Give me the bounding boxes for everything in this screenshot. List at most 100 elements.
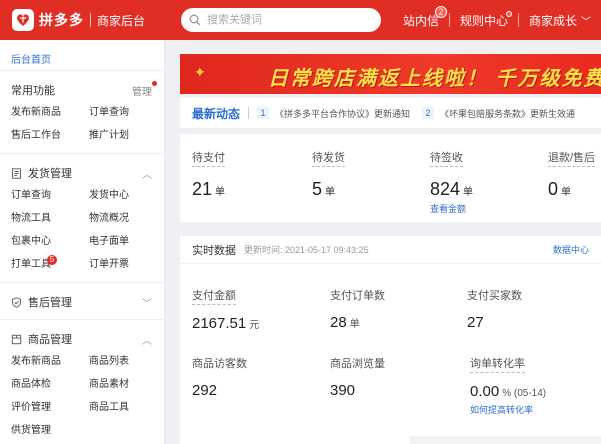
news-title: 最新动态 [192, 106, 241, 121]
manage-dot [152, 80, 157, 86]
chevron-down-icon[interactable]: ﹀ [142, 295, 152, 310]
metric-value: 390 [330, 382, 356, 399]
pending-payment-value: 21 [192, 179, 213, 199]
news-item[interactable]: 1 《拼多多平台合作协议》更新通知 [257, 107, 410, 120]
promo-banner[interactable]: ✦ 日常跨店满返上线啦！ 千万级免费 [180, 54, 601, 94]
main-content: ✦ 日常跨店满返上线啦！ 千万级免费 最新动态 1 《拼多多平台合作协议》更新通… [180, 40, 601, 444]
pending-shipment-value: 5 [312, 179, 323, 199]
chevron-down-icon: ﹀ [581, 16, 591, 28]
metric-inquiry-conversion[interactable]: 询单转化率 0.00% (05-14) 如何提高转化率 [470, 354, 546, 416]
common-functions-list: 发布新商品 订单查询 售后工作台 推广计划 [0, 101, 164, 147]
merchant-growth-label: 商家成长 [528, 13, 577, 28]
sidebar-item-publish-goods[interactable]: 发布新商品 [11, 101, 89, 124]
order-status-card: 待支付 21 单 待发货 5单 待签收 824 单 退款/售后 0单 查看金额 [180, 134, 601, 222]
sidebar-item-logistics-tools[interactable]: 物流工具 [11, 207, 89, 230]
metric-label: 商品访客数 [192, 358, 247, 370]
news-index: 2 [422, 107, 435, 119]
manage-label: 管理 [132, 86, 152, 98]
improve-conversion-link[interactable]: 如何提高转化率 [470, 403, 546, 416]
metric-unit: 单 [349, 319, 360, 330]
chevron-up-icon[interactable]: ︿ [142, 166, 152, 181]
sidebar-item-order-query-2[interactable]: 订单查询 [11, 184, 89, 207]
promo-banner-text: 日常跨店满返上线啦！ 千万级免费 [268, 68, 601, 90]
shipping-header[interactable]: 发货管理 ︿ [0, 162, 164, 184]
sidebar-item-review-manage[interactable]: 评价管理 [11, 396, 89, 419]
metric-payment-amount[interactable]: 支付金额 2167.51 元 [192, 286, 259, 332]
sidebar-home-link[interactable]: 后台首页 [0, 40, 164, 70]
metric-label: 询单转化率 [470, 355, 525, 373]
top-bar: 拼多多 商家后台 站内信 2 规则中心 商家成长 ﹀ [0, 0, 601, 40]
pending-payment-label: 待支付 [192, 149, 225, 167]
search-icon [189, 14, 201, 26]
news-text: 《拼多多平台合作协议》更新通知 [275, 108, 411, 119]
shield-icon [12, 296, 21, 308]
inbox-link[interactable]: 站内信 2 [393, 0, 449, 40]
pending-shipment-label: 待发货 [312, 149, 345, 167]
search-input[interactable] [207, 14, 368, 26]
sidebar-item-goods-checkup[interactable]: 商品体检 [11, 373, 89, 396]
sidebar-item-aftersale-workbench[interactable]: 售后工作台 [11, 124, 89, 147]
metric-unit: 元 [249, 320, 260, 331]
pending-payment[interactable]: 待支付 21 单 [192, 148, 225, 200]
shipping-list: 订单查询 发货中心 物流工具 物流概况 包裹中心 电子面单 打单工具 5 订单开票 [0, 184, 164, 276]
common-functions-header: 常用功能 管理 [0, 79, 164, 101]
sidebar-item-goods-tools[interactable]: 商品工具 [89, 396, 159, 419]
sidebar-item-order-query[interactable]: 订单查询 [89, 101, 159, 124]
chevron-up-icon[interactable]: ︿ [142, 332, 152, 347]
refund-aftersale-label: 退款/售后 [548, 149, 596, 167]
sidebar-item-publish-goods-2[interactable]: 发布新商品 [11, 350, 89, 373]
realtime-data-card: 实时数据 更新时间: 2021-05-17 09:43:25 数据中心 支付金额… [180, 236, 601, 444]
goods-header[interactable]: 商品管理 ︿ [0, 328, 164, 350]
sidebar-item-logistics-overview[interactable]: 物流概况 [89, 207, 159, 230]
refund-aftersale-value: 0 [548, 179, 559, 199]
sidebar-item-promotion-plan[interactable]: 推广计划 [89, 124, 159, 147]
shipping-title: 发货管理 [28, 168, 72, 180]
metric-paid-orders[interactable]: 支付订单数 28 单 [330, 286, 385, 331]
search-box[interactable] [181, 8, 382, 32]
sidebar-item-order-invoice[interactable]: 订单开票 [89, 253, 159, 276]
view-amount-link[interactable]: 查看金额 [430, 202, 466, 215]
sidebar-item-shipping-center[interactable]: 发货中心 [89, 184, 159, 207]
metric-page-views[interactable]: 商品浏览量 390 [330, 354, 385, 399]
goods-section: 商品管理 ︿ 发布新商品 商品列表 商品体检 商品素材 评价管理 商品工具 供货… [0, 319, 164, 442]
shipping-section: 发货管理 ︿ 订单查询 发货中心 物流工具 物流概况 包裹中心 电子面单 打单工… [0, 153, 164, 276]
rules-center-link[interactable]: 规则中心 [450, 0, 518, 40]
logo-text: 拼多多 [39, 12, 84, 28]
pending-receipt[interactable]: 待签收 824 单 [430, 148, 473, 200]
unit: 单 [215, 187, 226, 198]
rules-center-dot [505, 11, 512, 17]
pending-shipment[interactable]: 待发货 5单 [312, 148, 345, 200]
merchant-growth-link[interactable]: 商家成长 ﹀ [519, 0, 601, 40]
aftersale-header[interactable]: 售后管理 ﹀ [0, 291, 164, 313]
logo-subtitle: 商家后台 [97, 13, 146, 28]
inbox-badge: 2 [434, 6, 447, 18]
top-links: 站内信 2 规则中心 商家成长 ﹀ [393, 0, 601, 40]
metric-value: 28 [330, 314, 347, 331]
metric-label: 支付金额 [192, 287, 236, 305]
aftersale-title: 售后管理 [28, 297, 72, 309]
sidebar: 后台首页 常用功能 管理 发布新商品 订单查询 售后工作台 推广计划 发货管理 … [0, 40, 165, 444]
data-center-link[interactable]: 数据中心 [553, 243, 589, 256]
refund-aftersale[interactable]: 退款/售后 0单 [548, 148, 596, 200]
logo[interactable]: 拼多多 商家后台 [12, 9, 145, 31]
bottom-strip [410, 436, 601, 444]
news-item[interactable]: 2 《坏果包赔服务条款》更新生效通 [422, 107, 575, 120]
sidebar-item-goods-material[interactable]: 商品素材 [89, 373, 159, 396]
logo-divider [90, 13, 91, 27]
metric-visitors[interactable]: 商品访客数 292 [192, 354, 247, 399]
manage-button[interactable]: 管理 [132, 80, 157, 98]
print-tool-badge: 5 [47, 255, 57, 265]
sidebar-item-print-tool[interactable]: 打单工具 5 [11, 253, 89, 276]
sidebar-item-goods-list[interactable]: 商品列表 [89, 350, 159, 373]
metric-paying-buyers[interactable]: 支付买家数 27 [467, 286, 522, 331]
common-functions-title: 常用功能 [11, 85, 55, 97]
sidebar-item-parcel-center[interactable]: 包裹中心 [11, 230, 89, 253]
realtime-title: 实时数据 [192, 244, 236, 257]
goods-list: 发布新商品 商品列表 商品体检 商品素材 评价管理 商品工具 供货管理 [0, 350, 164, 442]
sidebar-item-supply-manage[interactable]: 供货管理 [11, 419, 89, 442]
news-card: 最新动态 1 《拼多多平台合作协议》更新通知 2 《坏果包赔服务条款》更新生效通 [180, 98, 601, 128]
unit: 单 [463, 187, 474, 198]
news-index: 1 [257, 107, 270, 119]
sidebar-item-e-waybill[interactable]: 电子面单 [89, 230, 159, 253]
divider [0, 70, 164, 71]
